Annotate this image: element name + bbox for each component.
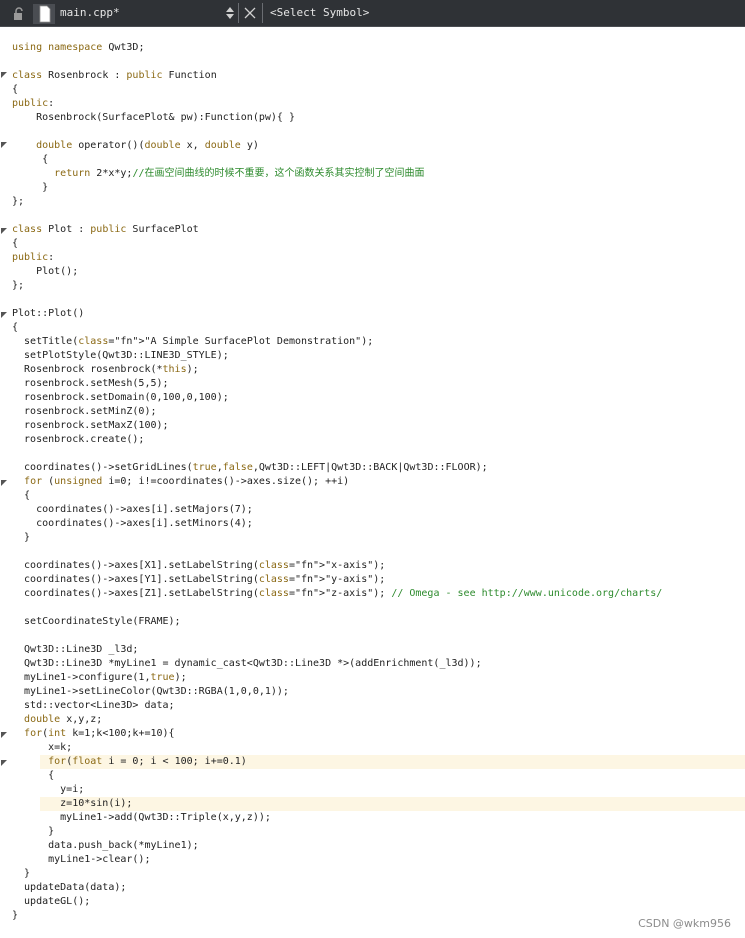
code-line[interactable] [12, 125, 662, 139]
code-line[interactable]: } [12, 909, 662, 923]
code-line[interactable] [12, 601, 662, 615]
code-line[interactable]: coordinates()->axes[X1].setLabelString(c… [12, 559, 662, 573]
fold-toggle-icon[interactable] [1, 732, 7, 738]
code-line[interactable]: std::vector<Line3D> data; [12, 699, 662, 713]
code-line[interactable] [12, 209, 662, 223]
code-line[interactable]: rosenbrock.setMinZ(0); [12, 405, 662, 419]
code-line[interactable]: { [12, 237, 662, 251]
code-line[interactable]: coordinates()->axes[i].setMinors(4); [12, 517, 662, 531]
symbol-selector-dropdown[interactable]: <Select Symbol> [270, 6, 369, 19]
code-line[interactable]: updateGL(); [12, 895, 662, 909]
close-icon[interactable] [244, 7, 256, 19]
code-line[interactable]: myLine1->add(Qwt3D::Triple(x,y,z)); [12, 811, 662, 825]
code-line[interactable]: { [12, 83, 662, 97]
code-line[interactable]: Plot::Plot() [12, 307, 662, 321]
code-line[interactable]: myLine1->setLineColor(Qwt3D::RGBA(1,0,0,… [12, 685, 662, 699]
code-line[interactable]: for(int k=1;k<100;k+=10){ [12, 727, 662, 741]
code-line[interactable]: using namespace Qwt3D; [12, 41, 662, 55]
code-line[interactable]: return 2*x*y;//在画空间曲线的时候不重要，这个函数关系其实控制了空… [12, 167, 662, 181]
code-line[interactable]: rosenbrock.setMesh(5,5); [12, 377, 662, 391]
watermark: CSDN @wkm956 [638, 917, 731, 930]
code-line[interactable]: data.push_back(*myLine1); [12, 839, 662, 853]
code-line[interactable]: } [12, 825, 662, 839]
file-icon [33, 4, 55, 24]
code-line[interactable]: Qwt3D::Line3D _l3d; [12, 643, 662, 657]
code-line[interactable]: Rosenbrock(SurfacePlot& pw):Function(pw)… [12, 111, 662, 125]
code-line[interactable]: setTitle(class="fn">"A Simple SurfacePlo… [12, 335, 662, 349]
code-line[interactable]: public: [12, 251, 662, 265]
code-line[interactable]: }; [12, 279, 662, 293]
code-line[interactable]: }; [12, 195, 662, 209]
fold-toggle-icon[interactable] [1, 72, 7, 78]
fold-toggle-icon[interactable] [1, 480, 7, 486]
editor-toolbar: main.cpp* <Select Symbol> [0, 0, 745, 27]
code-line[interactable]: setPlotStyle(Qwt3D::LINE3D_STYLE); [12, 349, 662, 363]
code-line[interactable]: coordinates()->axes[i].setMajors(7); [12, 503, 662, 517]
code-line[interactable] [12, 55, 662, 69]
fold-toggle-icon[interactable] [1, 760, 7, 766]
code-line[interactable] [12, 545, 662, 559]
lock-icon[interactable] [12, 7, 26, 21]
code-line[interactable]: Rosenbrock rosenbrock(*this); [12, 363, 662, 377]
code-line[interactable]: z=10*sin(i); [12, 797, 662, 811]
code-line[interactable]: } [12, 531, 662, 545]
code-line[interactable]: rosenbrock.setMaxZ(100); [12, 419, 662, 433]
code-line[interactable]: coordinates()->axes[Z1].setLabelString(c… [12, 587, 662, 601]
code-line[interactable]: class Plot : public SurfacePlot [12, 223, 662, 237]
code-line[interactable]: for(float i = 0; i < 100; i+=0.1) [12, 755, 662, 769]
code-line[interactable]: rosenbrock.setDomain(0,100,0,100); [12, 391, 662, 405]
code-line[interactable] [12, 629, 662, 643]
code-line[interactable]: y=i; [12, 783, 662, 797]
code-line[interactable]: class Rosenbrock : public Function [12, 69, 662, 83]
code-line[interactable]: double operator()(double x, double y) [12, 139, 662, 153]
code-line[interactable] [12, 293, 662, 307]
code-line[interactable]: Qwt3D::Line3D *myLine1 = dynamic_cast<Qw… [12, 657, 662, 671]
fold-toggle-icon[interactable] [1, 228, 7, 234]
code-line[interactable]: { [12, 769, 662, 783]
code-line[interactable]: myLine1->configure(1,true); [12, 671, 662, 685]
code-line[interactable]: rosenbrock.create(); [12, 433, 662, 447]
code-line[interactable]: } [12, 181, 662, 195]
code-line[interactable]: myLine1->clear(); [12, 853, 662, 867]
code-line[interactable]: x=k; [12, 741, 662, 755]
separator [238, 3, 239, 23]
code-line[interactable]: updateData(data); [12, 881, 662, 895]
code-line[interactable]: for (unsigned i=0; i!=coordinates()->axe… [12, 475, 662, 489]
separator [262, 3, 263, 23]
code-line[interactable]: coordinates()->setGridLines(true,false,Q… [12, 461, 662, 475]
code-line[interactable]: { [12, 321, 662, 335]
code-line[interactable]: double x,y,z; [12, 713, 662, 727]
updown-arrows-icon[interactable] [225, 5, 235, 21]
fold-toggle-icon[interactable] [1, 312, 7, 318]
code-line[interactable] [12, 447, 662, 461]
code-line[interactable]: coordinates()->axes[Y1].setLabelString(c… [12, 573, 662, 587]
code-line[interactable]: public: [12, 97, 662, 111]
code-line[interactable]: { [12, 489, 662, 503]
code-line[interactable]: } [12, 867, 662, 881]
file-name-dropdown[interactable]: main.cpp* [60, 6, 120, 19]
code-editor[interactable]: using namespace Qwt3D; class Rosenbrock :… [12, 41, 662, 923]
code-line[interactable]: { [12, 153, 662, 167]
code-line[interactable]: setCoordinateStyle(FRAME); [12, 615, 662, 629]
code-line[interactable]: Plot(); [12, 265, 662, 279]
fold-toggle-icon[interactable] [1, 142, 7, 148]
